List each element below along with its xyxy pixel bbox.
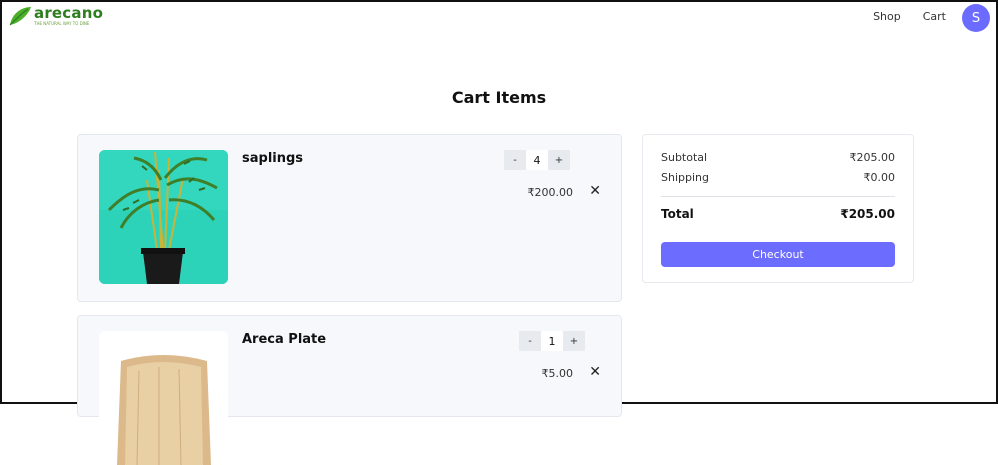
leaf-logo-icon (9, 7, 31, 26)
increment-button[interactable]: + (548, 150, 570, 170)
cart-item-card: Areca Plate - 1 + ₹5.00 ✕ (77, 315, 622, 465)
brand-tagline: THE NATURAL WAY TO DINE (34, 21, 90, 26)
item-name: saplings (242, 151, 304, 166)
total-row: Total ₹205.00 (661, 207, 895, 221)
total-label: Total (661, 207, 694, 221)
quantity-stepper: - 4 + (504, 150, 570, 170)
quantity-value[interactable]: 1 (541, 331, 563, 351)
plant-image-icon (99, 150, 228, 284)
item-price: ₹200.00 (527, 186, 574, 199)
subtotal-label: Subtotal (661, 151, 708, 164)
cart-item-card: saplings - 4 + ₹200.00 ✕ (77, 134, 622, 302)
item-price: ₹5.00 (541, 367, 574, 380)
remove-item-close-icon[interactable]: ✕ (589, 183, 601, 199)
brand-logo[interactable]: arecano THE NATURAL WAY TO DINE (8, 4, 108, 29)
brand-name: arecano (34, 4, 104, 22)
decrement-button[interactable]: - (504, 150, 526, 170)
areca-plate-image-icon (99, 331, 228, 465)
shipping-label: Shipping (661, 171, 709, 184)
nav-links: Shop Cart (873, 10, 946, 23)
subtotal-value: ₹205.00 (849, 151, 896, 164)
page-title: Cart Items (451, 88, 547, 107)
quantity-stepper: - 1 + (519, 331, 585, 351)
navbar: arecano THE NATURAL WAY TO DINE Shop Car… (2, 2, 996, 34)
decrement-button[interactable]: - (519, 331, 541, 351)
item-name: Areca Plate (242, 332, 327, 347)
increment-button[interactable]: + (563, 331, 585, 351)
remove-item-close-icon[interactable]: ✕ (589, 364, 601, 380)
product-image-areca-plate (99, 331, 228, 465)
shipping-row: Shipping ₹0.00 (661, 171, 895, 184)
product-image-saplings (99, 150, 228, 284)
user-avatar[interactable]: S (962, 4, 990, 32)
checkout-button[interactable]: Checkout (661, 242, 895, 267)
summary-divider (661, 196, 895, 197)
shipping-value: ₹0.00 (863, 171, 896, 184)
nav-cart-link[interactable]: Cart (923, 10, 946, 23)
order-summary-card: Subtotal ₹205.00 Shipping ₹0.00 Total ₹2… (642, 134, 914, 283)
subtotal-row: Subtotal ₹205.00 (661, 151, 895, 164)
quantity-value[interactable]: 4 (526, 150, 548, 170)
nav-shop-link[interactable]: Shop (873, 10, 901, 23)
total-value: ₹205.00 (840, 207, 895, 221)
